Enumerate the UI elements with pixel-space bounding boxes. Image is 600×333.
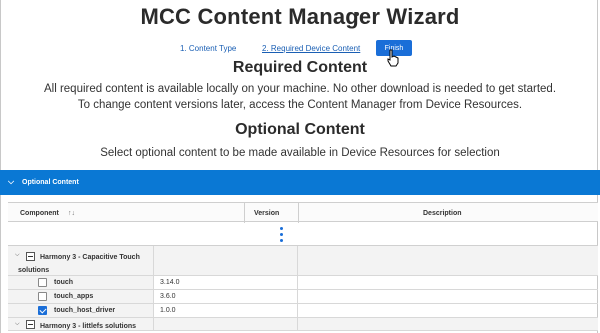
table-header: Component ↑↓ Version Description — [8, 202, 598, 223]
group-label: Harmony 3 - Capacitive Touch solutions — [18, 254, 140, 274]
column-header-component[interactable]: Component — [20, 210, 59, 217]
component-version: 1.0.0 — [160, 307, 176, 314]
column-header-version[interactable]: Version — [254, 210, 279, 217]
component-name: touch_host_driver — [54, 307, 116, 314]
sort-icon[interactable]: ↑↓ — [68, 210, 75, 217]
component-version: 3.14.0 — [160, 279, 180, 286]
table-row[interactable]: touch 3.14.0 — [8, 276, 598, 290]
component-name: touch_apps — [54, 293, 94, 300]
group-label: Harmony 3 - littlefs solutions — [40, 323, 137, 330]
more-vertical-icon[interactable] — [280, 227, 284, 243]
optional-content-text: Select optional content to be made avail… — [100, 147, 500, 159]
required-content-heading: Required Content — [232, 59, 368, 76]
table-row[interactable]: touch_apps 3.6.0 — [8, 290, 598, 304]
column-divider[interactable] — [244, 203, 245, 223]
table-group-row[interactable]: ⌵ Harmony 3 - Capacitive Touch solutions — [8, 246, 598, 276]
content-table: ⌵ Harmony 3 - Capacitive Touch solutions… — [8, 245, 598, 331]
chevron-down-icon: ⌵ — [8, 177, 15, 186]
required-content-text-1: All required content is available locall… — [43, 83, 557, 95]
wizard-title: MCC Content Manager Wizard — [140, 4, 460, 29]
table-group-row[interactable]: ⌵ Harmony 3 - littlefs solutions — [8, 318, 598, 331]
component-version: 3.6.0 — [160, 293, 176, 300]
item-checkbox-checked[interactable] — [38, 306, 47, 315]
optional-content-panel-header[interactable]: ⌵ Optional Content — [0, 170, 600, 195]
loading-dot — [355, 12, 359, 16]
component-name: touch — [54, 279, 74, 286]
column-header-description[interactable]: Description — [423, 210, 462, 217]
step-content-type[interactable]: 1. Content Type — [180, 44, 236, 53]
wizard-steps: 1. Content Type 2. Required Device Conte… — [0, 40, 600, 60]
item-checkbox[interactable] — [38, 278, 47, 287]
required-content-text-2: To change content versions later, access… — [77, 99, 523, 111]
table-row[interactable]: touch_host_driver 1.0.0 — [8, 304, 598, 318]
step-required-device-content[interactable]: 2. Required Device Content — [262, 44, 360, 53]
column-divider[interactable] — [298, 203, 299, 223]
optional-content-heading: Optional Content — [235, 121, 365, 138]
panel-label: Optional Content — [22, 179, 79, 186]
item-checkbox[interactable] — [38, 292, 47, 301]
